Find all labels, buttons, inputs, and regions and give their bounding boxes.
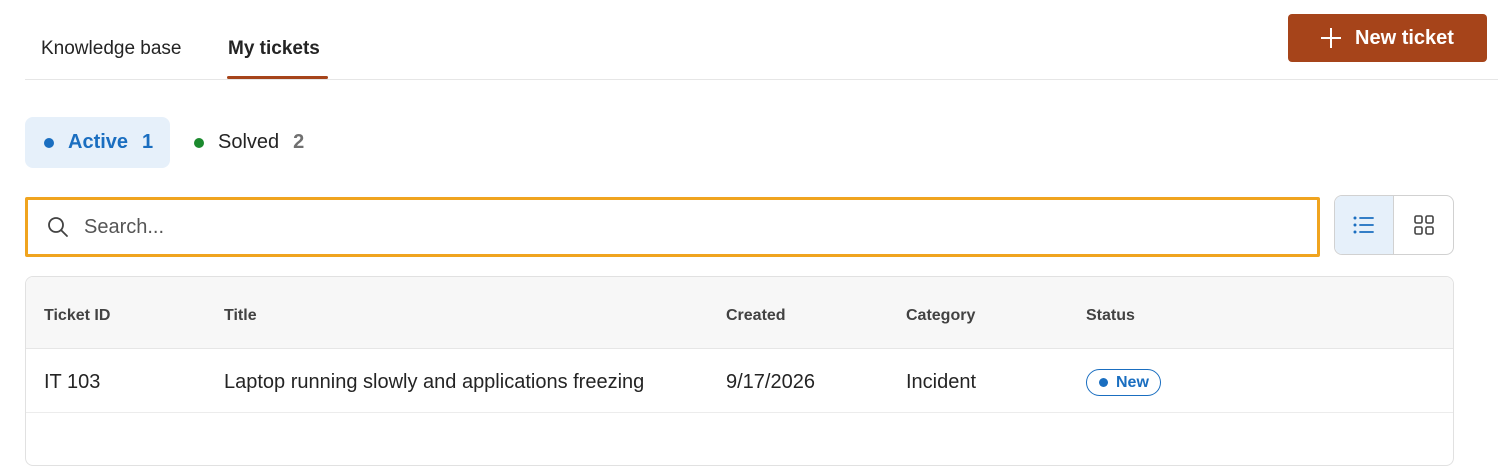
grid-view-button[interactable]: [1394, 196, 1453, 254]
tab-bar: Knowledge base My tickets: [25, 0, 1498, 80]
tickets-table: Ticket ID Title Created Category Status …: [25, 276, 1454, 466]
cell-created: 9/17/2026: [726, 371, 815, 393]
tab-knowledge-base[interactable]: Knowledge base: [41, 36, 182, 62]
search-input[interactable]: [82, 214, 1232, 240]
cell-title[interactable]: Laptop running slowly and applications f…: [224, 371, 644, 394]
filter-solved-label: Solved: [218, 131, 280, 153]
table-row[interactable]: IT 103 Laptop running slowly and applica…: [26, 349, 1453, 413]
status-dot: [1099, 378, 1108, 387]
grid-view-icon: [1413, 215, 1434, 235]
filter-active[interactable]: Active 1: [25, 117, 170, 168]
plus-icon: [1321, 28, 1342, 48]
list-view-button[interactable]: [1335, 196, 1395, 254]
column-header-status[interactable]: Status: [1086, 307, 1135, 325]
search-icon: [46, 215, 70, 239]
tab-my-tickets[interactable]: My tickets: [228, 36, 320, 62]
filter-active-count: 1: [142, 131, 154, 153]
column-header-category[interactable]: Category: [906, 307, 975, 325]
view-toggle: [1334, 195, 1454, 255]
filter-active-label: Active: [68, 131, 129, 153]
cell-category: Incident: [906, 371, 977, 393]
new-ticket-button[interactable]: New ticket: [1288, 14, 1487, 62]
new-ticket-label: New ticket: [1355, 26, 1454, 49]
column-header-ticket-id[interactable]: Ticket ID: [44, 307, 110, 325]
search-box: [25, 197, 1320, 257]
active-tab-indicator: [227, 76, 328, 79]
column-header-title[interactable]: Title: [224, 307, 257, 325]
column-header-created[interactable]: Created: [726, 307, 786, 325]
cell-ticket-id: IT 103: [44, 371, 101, 393]
filter-solved-count: 2: [293, 131, 305, 153]
table-header: Ticket ID Title Created Category Status: [26, 277, 1453, 349]
status-badge: New: [1086, 369, 1161, 396]
solved-status-dot: [194, 137, 204, 148]
list-view-icon: [1353, 216, 1374, 234]
status-label: New: [1116, 373, 1149, 391]
active-status-dot: [44, 137, 54, 148]
filter-solved[interactable]: Solved 2: [194, 117, 304, 168]
